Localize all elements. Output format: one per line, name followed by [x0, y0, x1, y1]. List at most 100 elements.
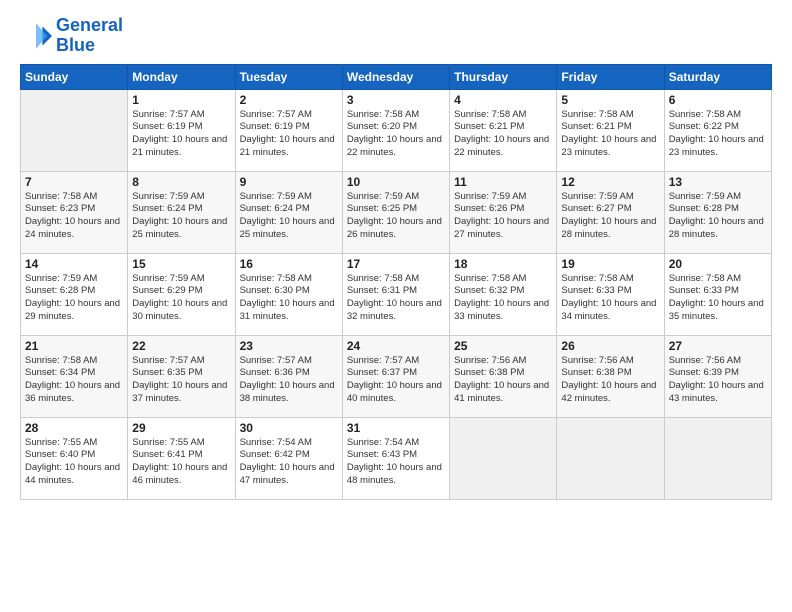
- calendar-week-row: 7 Sunrise: 7:58 AMSunset: 6:23 PMDaylight…: [21, 171, 772, 253]
- day-number: 27: [669, 339, 767, 353]
- calendar-day-cell: 19 Sunrise: 7:58 AMSunset: 6:33 PMDayligh…: [557, 253, 664, 335]
- day-number: 7: [25, 175, 123, 189]
- day-number: 6: [669, 93, 767, 107]
- day-number: 10: [347, 175, 445, 189]
- weekday-header-cell: Wednesday: [342, 64, 449, 89]
- day-number: 9: [240, 175, 338, 189]
- day-info: Sunrise: 7:58 AMSunset: 6:22 PMDaylight:…: [669, 109, 767, 160]
- day-number: 16: [240, 257, 338, 271]
- day-number: 22: [132, 339, 230, 353]
- day-number: 19: [561, 257, 659, 271]
- calendar-day-cell: 29 Sunrise: 7:55 AMSunset: 6:41 PMDayligh…: [128, 417, 235, 499]
- page: General Blue SundayMondayTuesdayWednesda…: [0, 0, 792, 510]
- calendar-week-row: 1 Sunrise: 7:57 AMSunset: 6:19 PMDaylight…: [21, 89, 772, 171]
- header: General Blue: [20, 16, 772, 56]
- calendar-week-row: 28 Sunrise: 7:55 AMSunset: 6:40 PMDayligh…: [21, 417, 772, 499]
- weekday-header-cell: Saturday: [664, 64, 771, 89]
- day-number: 26: [561, 339, 659, 353]
- day-number: 20: [669, 257, 767, 271]
- day-info: Sunrise: 7:57 AMSunset: 6:19 PMDaylight:…: [132, 109, 230, 160]
- day-info: Sunrise: 7:59 AMSunset: 6:28 PMDaylight:…: [25, 273, 123, 324]
- calendar-day-cell: 24 Sunrise: 7:57 AMSunset: 6:37 PMDayligh…: [342, 335, 449, 417]
- day-info: Sunrise: 7:57 AMSunset: 6:19 PMDaylight:…: [240, 109, 338, 160]
- calendar-table: SundayMondayTuesdayWednesdayThursdayFrid…: [20, 64, 772, 500]
- calendar-day-cell: 3Sunrise: 7:58 AMSunset: 6:20 PMDaylight…: [342, 89, 449, 171]
- weekday-header-cell: Sunday: [21, 64, 128, 89]
- day-number: 1: [132, 93, 230, 107]
- day-number: 13: [669, 175, 767, 189]
- day-number: 4: [454, 93, 552, 107]
- weekday-header-cell: Tuesday: [235, 64, 342, 89]
- calendar-day-cell: 7 Sunrise: 7:58 AMSunset: 6:23 PMDaylight…: [21, 171, 128, 253]
- calendar-day-cell: 5 Sunrise: 7:58 AMSunset: 6:21 PMDaylight…: [557, 89, 664, 171]
- day-info: Sunrise: 7:58 AMSunset: 6:23 PMDaylight:…: [25, 191, 123, 242]
- calendar-day-cell: 10Sunrise: 7:59 AMSunset: 6:25 PMDayligh…: [342, 171, 449, 253]
- day-info: Sunrise: 7:59 AMSunset: 6:24 PMDaylight:…: [240, 191, 338, 242]
- day-info: Sunrise: 7:54 AMSunset: 6:43 PMDaylight:…: [347, 437, 445, 488]
- calendar-day-cell: 13 Sunrise: 7:59 AMSunset: 6:28 PMDayligh…: [664, 171, 771, 253]
- day-number: 28: [25, 421, 123, 435]
- day-number: 12: [561, 175, 659, 189]
- day-number: 14: [25, 257, 123, 271]
- day-info: Sunrise: 7:57 AMSunset: 6:37 PMDaylight:…: [347, 355, 445, 406]
- day-number: 24: [347, 339, 445, 353]
- calendar-day-cell: 31 Sunrise: 7:54 AMSunset: 6:43 PMDayligh…: [342, 417, 449, 499]
- weekday-header-row: SundayMondayTuesdayWednesdayThursdayFrid…: [21, 64, 772, 89]
- calendar-day-cell: 15Sunrise: 7:59 AMSunset: 6:29 PMDayligh…: [128, 253, 235, 335]
- day-info: Sunrise: 7:59 AMSunset: 6:28 PMDaylight:…: [669, 191, 767, 242]
- calendar-week-row: 21Sunrise: 7:58 AMSunset: 6:34 PMDayligh…: [21, 335, 772, 417]
- calendar-day-cell: 21Sunrise: 7:58 AMSunset: 6:34 PMDayligh…: [21, 335, 128, 417]
- day-info: Sunrise: 7:59 AMSunset: 6:27 PMDaylight:…: [561, 191, 659, 242]
- calendar-day-cell: 8Sunrise: 7:59 AMSunset: 6:24 PMDaylight…: [128, 171, 235, 253]
- calendar-day-cell: [450, 417, 557, 499]
- weekday-header-cell: Thursday: [450, 64, 557, 89]
- calendar-day-cell: [557, 417, 664, 499]
- calendar-day-cell: 22 Sunrise: 7:57 AMSunset: 6:35 PMDayligh…: [128, 335, 235, 417]
- calendar-day-cell: 9 Sunrise: 7:59 AMSunset: 6:24 PMDaylight…: [235, 171, 342, 253]
- day-number: 18: [454, 257, 552, 271]
- day-info: Sunrise: 7:59 AMSunset: 6:29 PMDaylight:…: [132, 273, 230, 324]
- logo: General Blue: [20, 16, 123, 56]
- day-info: Sunrise: 7:57 AMSunset: 6:35 PMDaylight:…: [132, 355, 230, 406]
- calendar-day-cell: 2 Sunrise: 7:57 AMSunset: 6:19 PMDaylight…: [235, 89, 342, 171]
- day-info: Sunrise: 7:58 AMSunset: 6:21 PMDaylight:…: [454, 109, 552, 160]
- day-info: Sunrise: 7:55 AMSunset: 6:40 PMDaylight:…: [25, 437, 123, 488]
- calendar-day-cell: 20 Sunrise: 7:58 AMSunset: 6:33 PMDayligh…: [664, 253, 771, 335]
- calendar-day-cell: 25Sunrise: 7:56 AMSunset: 6:38 PMDayligh…: [450, 335, 557, 417]
- day-number: 30: [240, 421, 338, 435]
- calendar-day-cell: 4 Sunrise: 7:58 AMSunset: 6:21 PMDaylight…: [450, 89, 557, 171]
- logo-text: General Blue: [56, 16, 123, 56]
- day-info: Sunrise: 7:59 AMSunset: 6:26 PMDaylight:…: [454, 191, 552, 242]
- calendar-day-cell: 12 Sunrise: 7:59 AMSunset: 6:27 PMDayligh…: [557, 171, 664, 253]
- calendar-day-cell: [664, 417, 771, 499]
- day-info: Sunrise: 7:56 AMSunset: 6:39 PMDaylight:…: [669, 355, 767, 406]
- day-info: Sunrise: 7:56 AMSunset: 6:38 PMDaylight:…: [561, 355, 659, 406]
- day-number: 3: [347, 93, 445, 107]
- day-number: 11: [454, 175, 552, 189]
- day-number: 25: [454, 339, 552, 353]
- day-info: Sunrise: 7:58 AMSunset: 6:34 PMDaylight:…: [25, 355, 123, 406]
- day-info: Sunrise: 7:58 AMSunset: 6:30 PMDaylight:…: [240, 273, 338, 324]
- day-info: Sunrise: 7:55 AMSunset: 6:41 PMDaylight:…: [132, 437, 230, 488]
- calendar-day-cell: 26 Sunrise: 7:56 AMSunset: 6:38 PMDayligh…: [557, 335, 664, 417]
- calendar-day-cell: 23Sunrise: 7:57 AMSunset: 6:36 PMDayligh…: [235, 335, 342, 417]
- day-info: Sunrise: 7:57 AMSunset: 6:36 PMDaylight:…: [240, 355, 338, 406]
- calendar-day-cell: 1 Sunrise: 7:57 AMSunset: 6:19 PMDaylight…: [128, 89, 235, 171]
- calendar-day-cell: [21, 89, 128, 171]
- day-info: Sunrise: 7:58 AMSunset: 6:33 PMDaylight:…: [561, 273, 659, 324]
- calendar-day-cell: 27 Sunrise: 7:56 AMSunset: 6:39 PMDayligh…: [664, 335, 771, 417]
- calendar-day-cell: 28 Sunrise: 7:55 AMSunset: 6:40 PMDayligh…: [21, 417, 128, 499]
- day-number: 29: [132, 421, 230, 435]
- calendar-day-cell: 17 Sunrise: 7:58 AMSunset: 6:31 PMDayligh…: [342, 253, 449, 335]
- calendar-day-cell: 30Sunrise: 7:54 AMSunset: 6:42 PMDayligh…: [235, 417, 342, 499]
- weekday-header-cell: Monday: [128, 64, 235, 89]
- day-number: 2: [240, 93, 338, 107]
- calendar-day-cell: 18Sunrise: 7:58 AMSunset: 6:32 PMDayligh…: [450, 253, 557, 335]
- day-info: Sunrise: 7:58 AMSunset: 6:31 PMDaylight:…: [347, 273, 445, 324]
- day-number: 31: [347, 421, 445, 435]
- day-number: 17: [347, 257, 445, 271]
- day-info: Sunrise: 7:58 AMSunset: 6:33 PMDaylight:…: [669, 273, 767, 324]
- calendar-day-cell: 6 Sunrise: 7:58 AMSunset: 6:22 PMDaylight…: [664, 89, 771, 171]
- day-info: Sunrise: 7:58 AMSunset: 6:21 PMDaylight:…: [561, 109, 659, 160]
- day-number: 5: [561, 93, 659, 107]
